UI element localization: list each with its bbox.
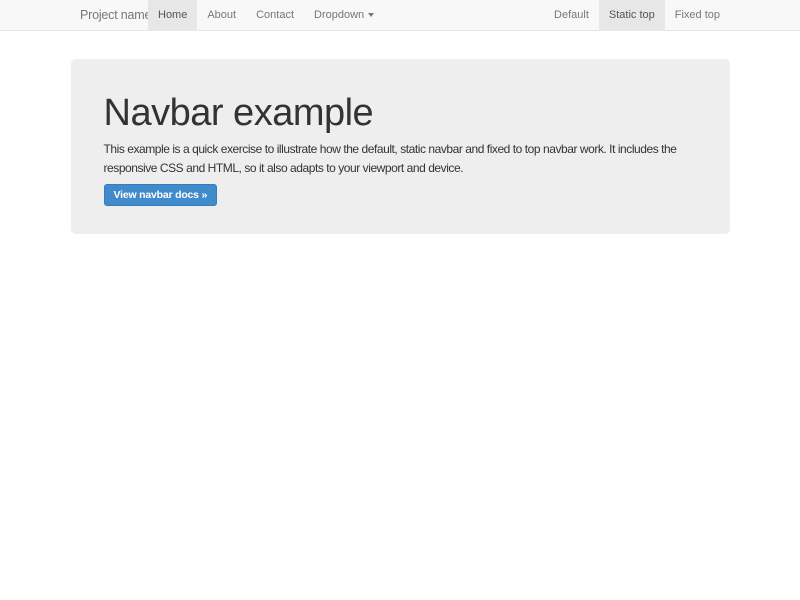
page-title: Navbar example — [104, 93, 697, 133]
navbar-left-nav: Home About Contact Dropdown — [148, 0, 384, 30]
nav-item-home[interactable]: Home — [148, 0, 197, 30]
nav-item-dropdown[interactable]: Dropdown — [304, 0, 384, 30]
navbar-container: Project name Home About Contact Dropdown… — [70, 0, 730, 30]
nav-item-default[interactable]: Default — [544, 0, 599, 30]
nav-item-contact[interactable]: Contact — [246, 0, 304, 30]
nav-item-dropdown-label: Dropdown — [314, 9, 364, 21]
page-description: This example is a quick exercise to illu… — [104, 140, 697, 178]
nav-item-about[interactable]: About — [197, 0, 246, 30]
caret-down-icon — [368, 13, 374, 17]
navbar: Project name Home About Contact Dropdown… — [0, 0, 800, 31]
view-navbar-docs-button[interactable]: View navbar docs » — [104, 184, 218, 206]
nav-item-fixed-top[interactable]: Fixed top — [665, 0, 730, 30]
nav-item-static-top[interactable]: Static top — [599, 0, 665, 30]
navbar-brand[interactable]: Project name — [70, 0, 148, 30]
jumbotron: Navbar example This example is a quick e… — [71, 59, 730, 234]
navbar-right-nav: Default Static top Fixed top — [544, 0, 730, 30]
